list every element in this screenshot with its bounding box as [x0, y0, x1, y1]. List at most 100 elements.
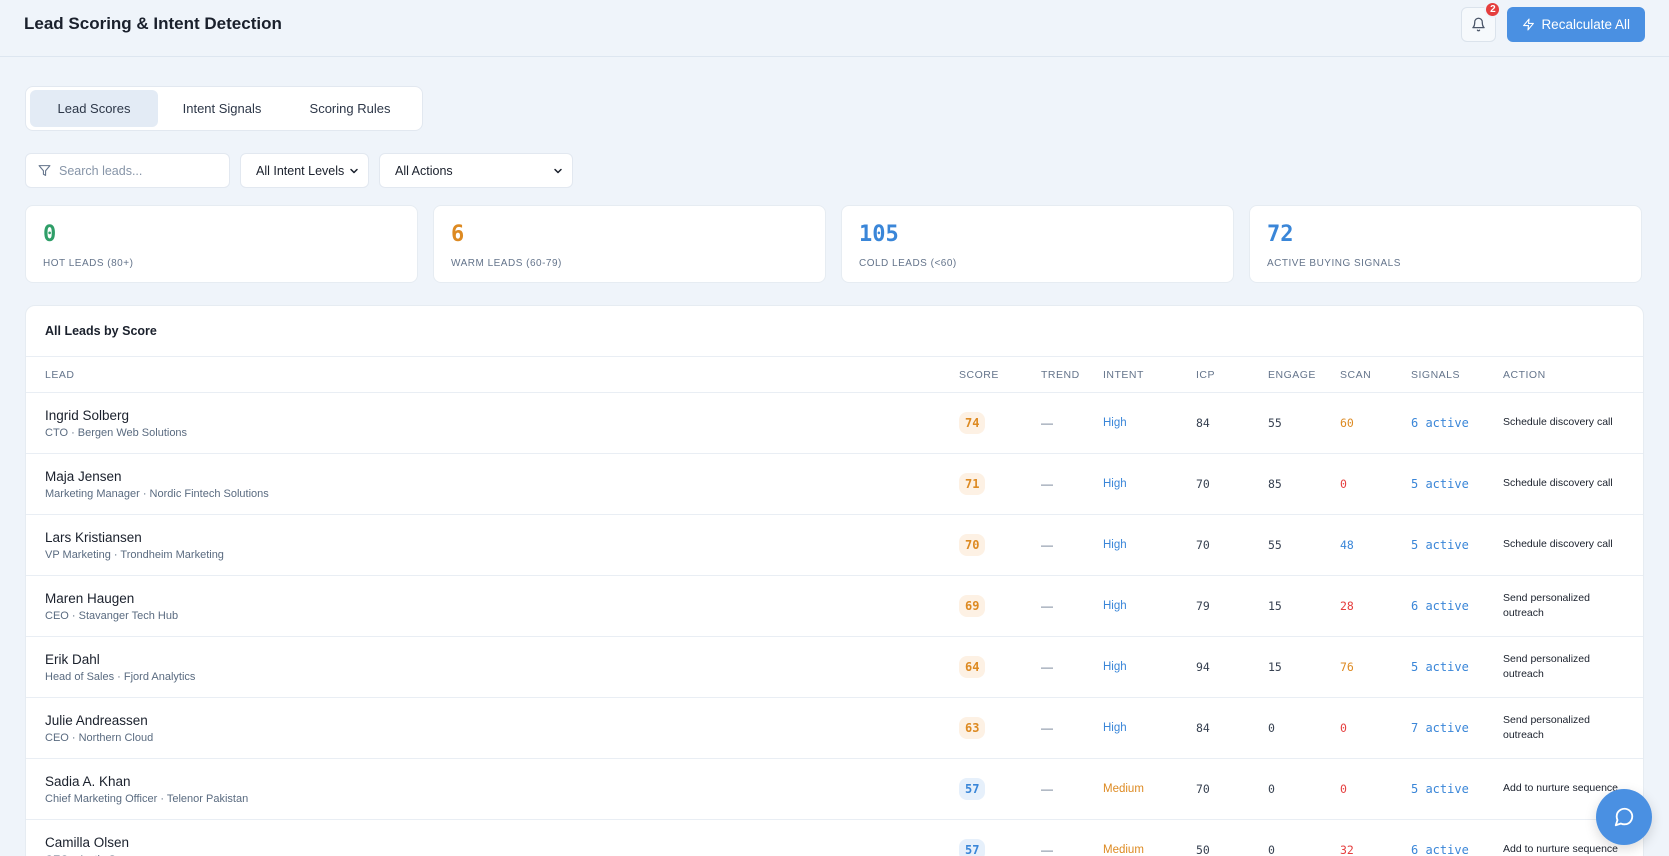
lead-name[interactable]: Maja Jensen [45, 469, 122, 484]
icp-value: 70 [1196, 538, 1210, 552]
stat-hot-leads: 0 HOT LEADS (80+) [25, 205, 418, 283]
scan-value: 76 [1340, 660, 1354, 674]
column-header-score[interactable]: SCORE [959, 357, 999, 393]
score-badge: 57 [959, 839, 986, 856]
action-select[interactable]: All Actions [379, 153, 573, 188]
tab-scoring-rules[interactable]: Scoring Rules [286, 90, 414, 127]
engage-value: 55 [1268, 416, 1282, 430]
score-cell: 74 [959, 393, 986, 453]
lead-cell: Erik Dahl Head of Sales · Fjord Analytics [45, 637, 195, 697]
column-header-signals[interactable]: SIGNALS [1411, 357, 1460, 393]
chevron-down-icon [554, 168, 562, 173]
intent-value: High [1103, 478, 1127, 490]
signals-link[interactable]: 5 active [1411, 454, 1469, 514]
score-badge: 63 [959, 717, 986, 739]
column-header-lead[interactable]: LEAD [45, 357, 74, 393]
page-title: Lead Scoring & Intent Detection [24, 14, 282, 33]
scan-value: 0 [1340, 477, 1347, 491]
signals-link[interactable]: 6 active [1411, 393, 1469, 453]
trend-value: — [1041, 599, 1053, 613]
lead-title-company: VP Marketing · Trondheim Marketing [45, 548, 224, 561]
trend-value: — [1041, 416, 1053, 430]
recalculate-all-button[interactable]: Recalculate All [1507, 7, 1645, 42]
stat-label: HOT LEADS (80+) [43, 258, 134, 269]
recommended-action: Schedule discovery call [1503, 416, 1613, 429]
scan-value: 0 [1340, 721, 1347, 735]
notifications-button[interactable]: 2 [1461, 1, 1502, 42]
lead-cell: Maren Haugen CEO · Stavanger Tech Hub [45, 576, 178, 636]
scan-value: 0 [1340, 782, 1347, 796]
stat-value: 105 [859, 222, 899, 247]
lead-name[interactable]: Maren Haugen [45, 591, 134, 606]
notification-badge: 2 [1484, 1, 1502, 18]
chat-button[interactable] [1596, 789, 1652, 845]
tab-intent-signals[interactable]: Intent Signals [158, 90, 286, 127]
score-badge: 71 [959, 473, 986, 495]
signals-link[interactable]: 7 active [1411, 698, 1469, 758]
column-header-engage[interactable]: ENGAGE [1268, 357, 1316, 393]
lead-cell: Sadia A. Khan Chief Marketing Officer · T… [45, 759, 248, 819]
table-row[interactable]: Erik Dahl Head of Sales · Fjord Analytics… [26, 637, 1643, 698]
lead-title-company: CTO · Bergen Web Solutions [45, 426, 188, 439]
lead-name[interactable]: Ingrid Solberg [45, 408, 129, 423]
table-row[interactable]: Sadia A. Khan Chief Marketing Officer · T… [26, 759, 1643, 820]
score-badge: 69 [959, 595, 986, 617]
lead-title-company: Head of Sales · Fjord Analytics [45, 670, 196, 683]
table-row[interactable]: Maja Jensen Marketing Manager · Nordic Fi… [26, 454, 1643, 515]
engage-value: 0 [1268, 843, 1275, 856]
table-row[interactable]: Maren Haugen CEO · Stavanger Tech Hub 69 — H… [26, 576, 1643, 637]
score-cell: 63 [959, 698, 986, 758]
lead-name[interactable]: Julie Andreassen [45, 713, 148, 728]
column-header-scan[interactable]: SCAN [1340, 357, 1371, 393]
score-badge: 57 [959, 778, 986, 800]
signals-link[interactable]: 5 active [1411, 515, 1469, 575]
intent-value: Medium [1103, 844, 1144, 856]
icp-value: 70 [1196, 782, 1210, 796]
engage-value: 55 [1268, 538, 1282, 552]
action-select-value: All Actions [395, 163, 453, 178]
header-actions: 2 Recalculate All [1461, 1, 1645, 42]
table-title: All Leads by Score [26, 306, 1643, 357]
lead-name[interactable]: Sadia A. Khan [45, 774, 131, 789]
table-row[interactable]: Lars Kristiansen VP Marketing · Trondheim… [26, 515, 1643, 576]
column-header-icp[interactable]: ICP [1196, 357, 1215, 393]
column-header-trend[interactable]: TREND [1041, 357, 1080, 393]
table-row[interactable]: Camilla OlsenCEO · Arctic Sy... 57 — Medium… [26, 820, 1643, 856]
lead-name[interactable]: Camilla Olsen [45, 835, 129, 850]
column-header-intent[interactable]: INTENT [1103, 357, 1144, 393]
lead-name[interactable]: Erik Dahl [45, 652, 100, 667]
search-input[interactable] [59, 163, 209, 178]
intent-level-select[interactable]: All Intent Levels [240, 153, 369, 188]
stat-label: ACTIVE BUYING SIGNALS [1267, 258, 1401, 269]
signals-link[interactable]: 6 active [1411, 820, 1469, 856]
column-header-action[interactable]: ACTION [1503, 357, 1628, 393]
stat-warm-leads: 6 WARM LEADS (60-79) [433, 205, 826, 283]
tab-lead-scores[interactable]: Lead Scores [30, 90, 158, 127]
scan-value: 28 [1340, 599, 1354, 613]
lead-cell: Camilla OlsenCEO · Arctic Sy... [45, 820, 130, 856]
icp-value: 70 [1196, 477, 1210, 491]
score-cell: 71 [959, 454, 986, 514]
score-cell: 70 [959, 515, 986, 575]
scan-value: 48 [1340, 538, 1354, 552]
lead-title-company: CEO · Northern Cloud [45, 731, 154, 744]
intent-value: High [1103, 539, 1127, 551]
lead-name[interactable]: Lars Kristiansen [45, 530, 142, 545]
score-cell: 57 [959, 820, 986, 856]
intent-value: High [1103, 417, 1127, 429]
signals-link[interactable]: 5 active [1411, 637, 1469, 697]
icp-value: 94 [1196, 660, 1210, 674]
scan-value: 32 [1340, 843, 1354, 856]
lead-title-company: CEO · Stavanger Tech Hub [45, 609, 179, 622]
trend-value: — [1041, 843, 1053, 856]
table-row[interactable]: Ingrid Solberg CTO · Bergen Web Solutions… [26, 393, 1643, 454]
engage-value: 15 [1268, 660, 1282, 674]
signals-link[interactable]: 6 active [1411, 576, 1469, 636]
intent-value: High [1103, 600, 1127, 612]
recommended-action: Schedule discovery call [1503, 538, 1613, 551]
signals-link[interactable]: 5 active [1411, 759, 1469, 819]
lightning-icon [1523, 18, 1535, 31]
lead-title-company: Marketing Manager · Nordic Fintech Solut… [45, 487, 269, 500]
engage-value: 0 [1268, 782, 1275, 796]
table-row[interactable]: Julie Andreassen CEO · Northern Cloud 63 — H… [26, 698, 1643, 759]
